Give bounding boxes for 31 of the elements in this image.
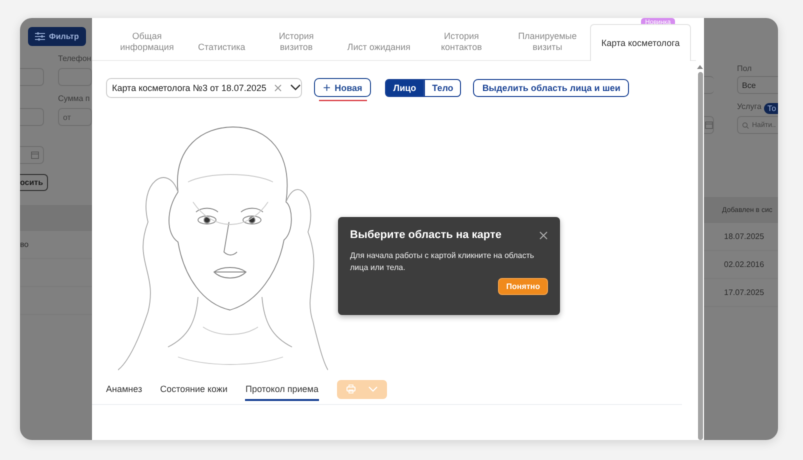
sum-from-placeholder: от — [63, 112, 71, 122]
view-toggle-button[interactable]: Тело — [424, 78, 462, 96]
got-it-button[interactable]: Понятно — [498, 278, 548, 295]
tab[interactable]: История визитов — [253, 31, 340, 60]
view-toggle-button[interactable]: Лицо — [385, 78, 424, 96]
tab[interactable]: Лист ожидания — [339, 42, 418, 60]
new-button[interactable]: + Новая — [314, 78, 372, 97]
tab[interactable]: Планируемые визиты — [504, 31, 590, 60]
sum-label: Сумма п — [58, 94, 91, 103]
service-label: Услуга — [737, 102, 762, 111]
gender-select[interactable]: Все — [737, 76, 778, 94]
highlight-area-button[interactable]: Выделить область лица и шеи — [473, 78, 630, 96]
popover-title: Выберите область на карте — [350, 229, 502, 241]
table-cell: 17.07.2025 — [724, 288, 764, 297]
tab[interactable]: Статистика — [190, 42, 254, 60]
table-cell: 18.07.2025 — [724, 232, 764, 241]
reset-button[interactable]: осить — [20, 174, 48, 191]
table-cell: во — [20, 240, 29, 249]
phone-label: Телефон — [58, 54, 92, 63]
filter-button[interactable]: Фильтр — [28, 27, 86, 46]
tab[interactable]: Анамнез — [106, 377, 142, 401]
card-select[interactable]: Карта косметолога №3 от 18.07.2025 — [106, 78, 302, 98]
tab[interactable]: Общая информация — [104, 31, 190, 60]
table-cell: 02.02.2016 — [724, 260, 764, 269]
tab[interactable]: Протокол приема — [245, 377, 318, 401]
tab[interactable]: История контактов — [418, 31, 504, 60]
service-badge: То — [764, 102, 778, 114]
popover-text: Для начала работы с картой кликните на область лица или тела. — [350, 250, 536, 274]
tab[interactable]: Состояние кожи — [160, 377, 228, 401]
gender-label: Пол — [737, 64, 753, 73]
tab[interactable]: Карта косметолога — [590, 24, 691, 61]
